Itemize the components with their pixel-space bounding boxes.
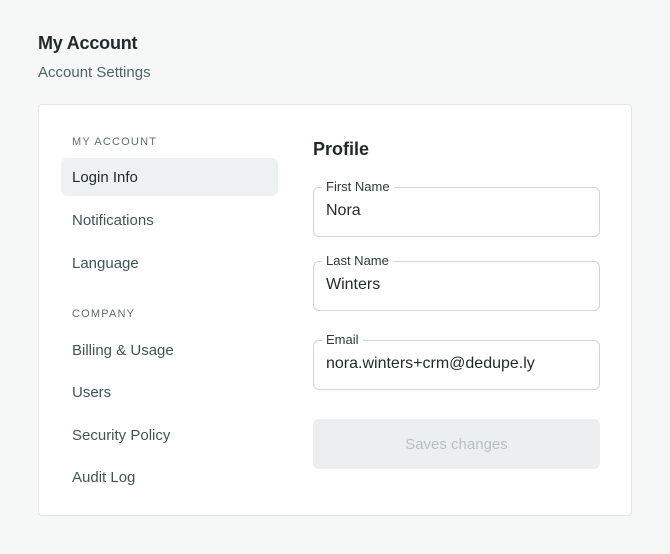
last-name-input[interactable] [326, 276, 591, 294]
sidebar-item-notifications[interactable]: Notifications [61, 201, 278, 239]
last-name-label: Last Name [322, 253, 393, 269]
sidebar-item-label: Login Info [72, 168, 138, 186]
sidebar-item-label: Security Policy [72, 426, 171, 444]
sidebar-section-company: COMPANY [72, 308, 136, 320]
last-name-field: Last Name [313, 253, 600, 311]
sidebar-section-my-account: MY ACCOUNT [72, 136, 158, 148]
sidebar-item-users[interactable]: Users [61, 373, 278, 411]
first-name-field: First Name [313, 179, 600, 237]
first-name-label: First Name [322, 179, 394, 195]
sidebar-item-audit-log[interactable]: Audit Log [61, 458, 278, 496]
email-field: Email [313, 332, 600, 390]
page-title: My Account [38, 33, 138, 53]
profile-title: Profile [313, 139, 370, 159]
sidebar-item-label: Billing & Usage [72, 341, 174, 359]
email-input[interactable] [326, 355, 591, 373]
settings-card: MY ACCOUNT Login Info Notifications Lang… [38, 104, 632, 516]
first-name-input[interactable] [326, 202, 591, 220]
sidebar-item-security-policy[interactable]: Security Policy [61, 416, 278, 454]
save-changes-button[interactable]: Saves changes [313, 419, 600, 469]
sidebar-item-label: Users [72, 383, 112, 401]
sidebar-item-label: Audit Log [72, 468, 136, 486]
sidebar-item-billing-usage[interactable]: Billing & Usage [61, 331, 278, 369]
sidebar-item-login-info[interactable]: Login Info [61, 158, 278, 196]
email-label: Email [322, 332, 363, 348]
sidebar-item-language[interactable]: Language [61, 244, 278, 282]
sidebar-item-label: Language [72, 254, 139, 272]
page-subtitle: Account Settings [38, 64, 151, 81]
sidebar-item-label: Notifications [72, 211, 154, 229]
